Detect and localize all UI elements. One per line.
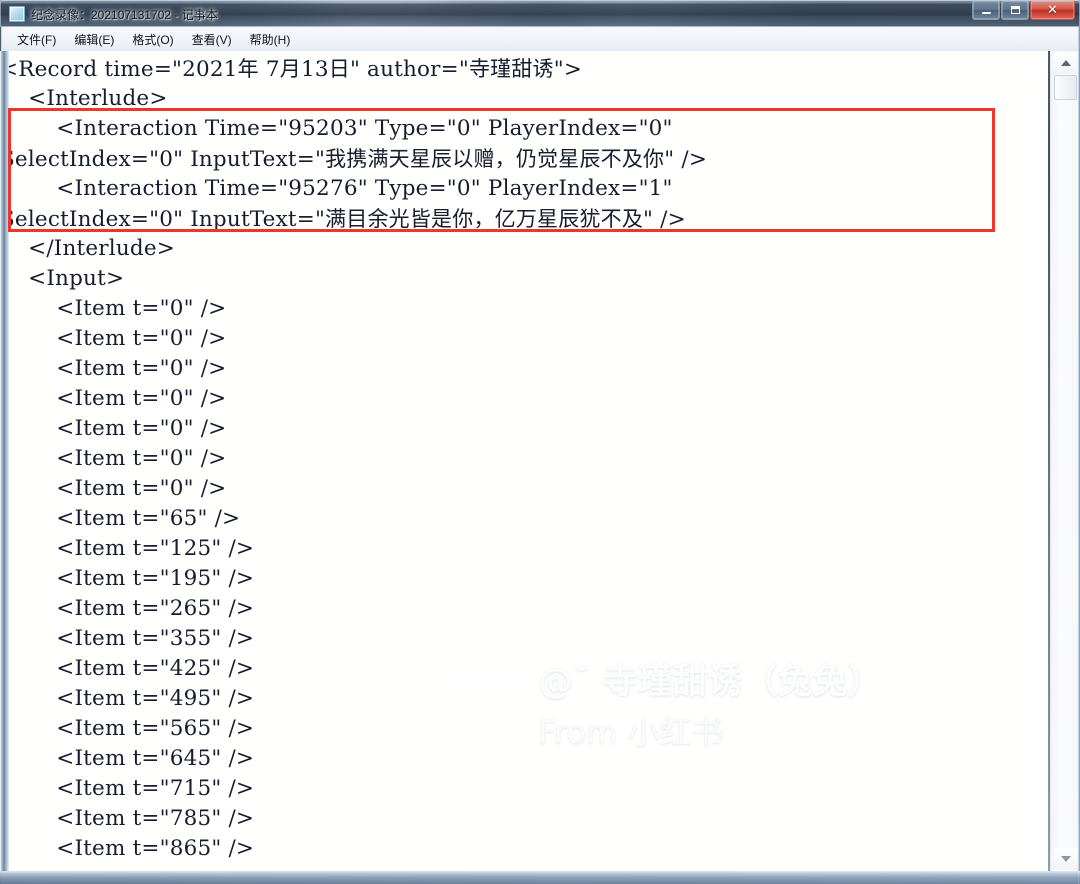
window-bottom-edge xyxy=(0,871,1080,884)
code-line: <Item t="0" /> xyxy=(0,446,227,471)
code-line: <Item t="0" /> xyxy=(0,296,227,321)
maximize-icon xyxy=(1010,6,1020,14)
code-line: <Record time="2021年 7月13日" author="寺瑾甜诱"… xyxy=(0,57,583,82)
window-titlebar[interactable]: 纪念录像：202107131702 - 记事本 ✕ xyxy=(0,0,1080,27)
scroll-up-button[interactable] xyxy=(1053,52,1078,74)
chevron-down-icon xyxy=(1060,856,1071,862)
code-line: <Item t="0" /> xyxy=(0,386,227,411)
code-line: </Interlude> xyxy=(0,236,176,261)
menu-bar: 文件(F) 编辑(E) 格式(O) 查看(V) 帮助(H) xyxy=(1,27,1079,51)
vertical-scrollbar[interactable] xyxy=(1050,51,1079,871)
text-editor-area[interactable]: <Record time="2021年 7月13日" author="寺瑾甜诱"… xyxy=(0,51,1048,871)
notepad-document-icon xyxy=(9,6,25,22)
code-line: <Item t="265" /> xyxy=(0,596,255,621)
code-line: <Item t="195" /> xyxy=(0,566,255,591)
chevron-up-icon xyxy=(1060,60,1071,66)
code-line: <Item t="125" /> xyxy=(0,536,255,561)
code-line: <Item t="785" /> xyxy=(0,806,255,831)
maximize-button[interactable] xyxy=(1001,1,1029,20)
window-title: 纪念录像：202107131702 - 记事本 xyxy=(31,7,218,22)
code-line: <Item t="355" /> xyxy=(0,626,255,651)
code-line: <Item t="495" /> xyxy=(0,686,255,711)
code-line: <Item t="715" /> xyxy=(0,776,255,801)
code-line: <Interaction Time="95276" Type="0" Playe… xyxy=(0,176,673,201)
menu-format[interactable]: 格式(O) xyxy=(123,28,182,51)
code-line: <Item t="565" /> xyxy=(0,716,255,741)
code-line: <Item t="0" /> xyxy=(0,326,227,351)
code-line: SelectIndex="0" InputText="我携满天星辰以赠，仍觉星辰… xyxy=(0,147,708,172)
code-line: <Item t="0" /> xyxy=(0,416,227,441)
notepad-window: 纪念录像：202107131702 - 记事本 ✕ 文件(F) 编辑(E) 格式… xyxy=(0,0,1080,884)
menu-help[interactable]: 帮助(H) xyxy=(241,28,300,51)
scrollbar-thumb[interactable] xyxy=(1054,75,1077,100)
close-icon: ✕ xyxy=(1047,2,1058,18)
minimize-icon xyxy=(981,12,991,14)
code-line: <Item t="65" /> xyxy=(0,506,241,531)
scroll-down-button[interactable] xyxy=(1053,848,1078,870)
code-line: <Item t="865" /> xyxy=(0,836,255,861)
code-line: <Interlude> xyxy=(0,86,168,111)
close-button[interactable]: ✕ xyxy=(1030,1,1075,20)
code-line: <Item t="425" /> xyxy=(0,656,255,681)
code-line: <Input> xyxy=(0,266,125,291)
window-controls: ✕ xyxy=(971,1,1075,22)
code-line: <Item t="645" /> xyxy=(0,746,255,771)
minimize-button[interactable] xyxy=(972,1,1000,20)
menu-edit[interactable]: 编辑(E) xyxy=(65,28,123,51)
menu-view[interactable]: 查看(V) xyxy=(183,28,241,51)
window-left-edge xyxy=(0,51,9,871)
menu-file[interactable]: 文件(F) xyxy=(8,28,65,51)
code-line: <Item t="0" /> xyxy=(0,476,227,501)
code-line: <Item t="0" /> xyxy=(0,356,227,381)
code-line: SelectIndex="0" InputText="满目余光皆是你，亿万星辰犹… xyxy=(0,207,686,232)
code-line: <Interaction Time="95203" Type="0" Playe… xyxy=(0,116,673,141)
